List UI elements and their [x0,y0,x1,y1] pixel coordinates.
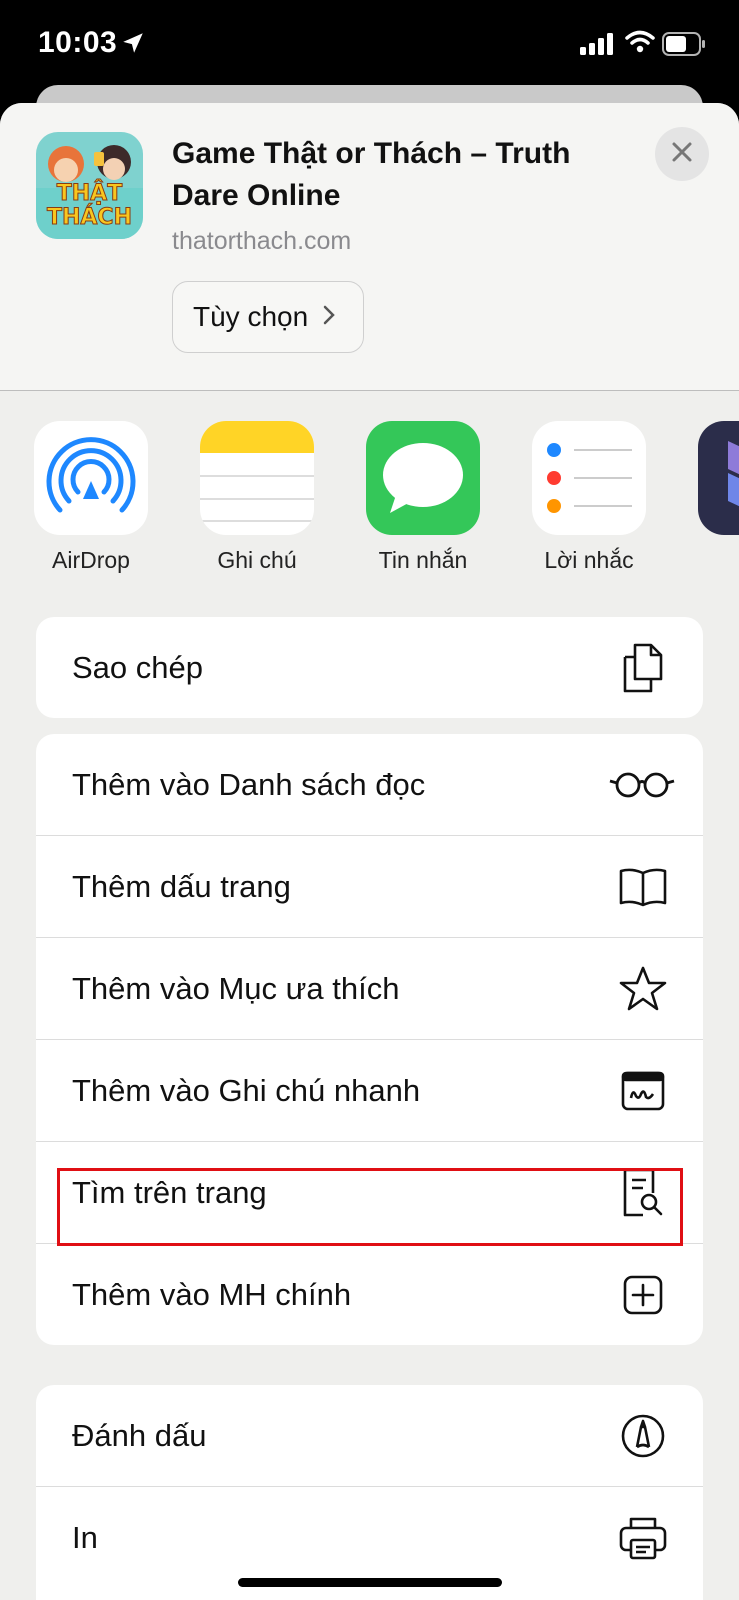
action-add-home-screen[interactable]: Thêm vào MH chính [36,1244,703,1345]
airdrop-icon [34,421,148,535]
app-label: Nh [672,547,739,574]
app-label: Ghi chú [217,547,297,573]
options-button[interactable]: Tùy chọn [172,281,364,353]
share-apps-row: AirDrop Ghi chú Tin nhắn Lời nhắc [0,421,739,581]
wifi-icon [625,30,655,59]
add-square-icon [613,1267,673,1323]
action-markup[interactable]: Đánh dấu [36,1385,703,1487]
copy-icon [613,640,673,696]
action-label: Thêm vào Ghi chú nhanh [72,1072,421,1108]
action-label: Thêm vào MH chính [72,1276,352,1312]
share-app-reminders[interactable]: Lời nhắc [506,421,672,574]
location-arrow-icon [120,30,146,61]
action-label: In [72,1519,98,1555]
notes-app-icon [200,421,314,535]
action-print[interactable]: In [36,1487,703,1588]
app-label: AirDrop [52,547,130,573]
actions-group-add: Thêm vào Danh sách đọc Thêm dấu trang Th… [36,734,703,1345]
glasses-icon [607,757,677,813]
page-url: thatorthach.com [172,227,352,255]
action-add-quick-note[interactable]: Thêm vào Ghi chú nhanh [36,1040,703,1142]
action-label: Đánh dấu [72,1417,207,1453]
app-icon-text-top: THẬT [56,181,123,206]
reminders-app-icon [532,421,646,535]
status-time: 10:03 [38,26,118,59]
action-add-favorites[interactable]: Thêm vào Mục ưa thích [36,938,703,1040]
quick-note-icon [613,1063,673,1119]
chevron-right-icon [322,301,336,333]
options-label: Tùy chọn [193,301,309,332]
home-indicator[interactable] [238,1578,502,1587]
actions-group-other: Đánh dấu In [36,1385,703,1600]
site-app-icon: THẬT THÁCH [36,132,143,239]
shortcuts-app-icon [698,421,739,535]
action-label: Thêm vào Danh sách đọc [72,766,426,802]
markup-icon [613,1408,673,1464]
close-icon [671,141,693,168]
status-bar: 10:03 [0,0,739,90]
action-label: Thêm dấu trang [72,868,291,904]
action-label: Sao chép [72,649,203,685]
page-title: Game Thật or Thách – Truth Dare Online [172,137,571,212]
share-sheet: THẬT THÁCH Game Thật or Thách – Truth Da… [0,103,739,1600]
close-button[interactable] [655,127,709,181]
share-app-airdrop[interactable]: AirDrop [8,421,174,574]
highlight-box [57,1168,683,1246]
action-add-reading-list[interactable]: Thêm vào Danh sách đọc [36,734,703,836]
action-copy[interactable]: Sao chép [36,617,703,718]
share-app-shortcuts[interactable]: Nh [672,421,739,574]
action-add-bookmark[interactable]: Thêm dấu trang [36,836,703,938]
app-label: Lời nhắc [544,547,634,573]
battery-icon [662,32,706,61]
printer-icon [613,1510,673,1566]
actions-group-copy: Sao chép [36,617,703,718]
book-icon [613,859,673,915]
share-app-messages[interactable]: Tin nhắn [340,421,506,574]
star-icon [613,961,673,1017]
share-app-notes[interactable]: Ghi chú [174,421,340,574]
app-icon-text-bottom: THÁCH [46,205,132,230]
share-header: THẬT THÁCH Game Thật or Thách – Truth Da… [0,103,739,391]
cellular-signal-icon [580,33,616,60]
app-label: Tin nhắn [378,547,468,573]
action-label: Thêm vào Mục ưa thích [72,970,400,1006]
messages-app-icon [366,421,480,535]
